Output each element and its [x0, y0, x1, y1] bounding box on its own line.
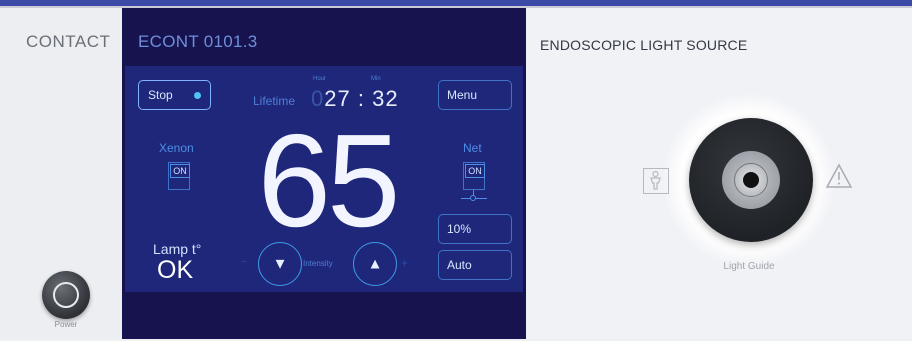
xenon-toggle-label: ON — [170, 164, 190, 178]
net-toggle[interactable]: ON — [463, 162, 485, 190]
auto-button-label: Auto — [447, 258, 472, 272]
minus-sign: − — [241, 257, 247, 268]
hour-label: Hour — [313, 76, 327, 82]
xenon-label: Xenon — [159, 141, 194, 155]
light-guide-panel: ENDOSCOPIC LIGHT SOURCE Light Guide — [527, 8, 912, 339]
port-middle-ring — [734, 163, 768, 197]
screen-control-area: Stop Lifetime Hour Min 027 : 32 Menu Xen… — [125, 66, 523, 292]
power-label: Power — [54, 320, 78, 329]
intensity-up-button[interactable]: ▲ — [353, 242, 397, 286]
light-guide-port[interactable] — [689, 118, 813, 242]
menu-button[interactable]: Menu — [438, 80, 512, 110]
warning-icon — [825, 163, 853, 194]
plus-sign: + — [401, 256, 409, 270]
min-label: Min — [371, 76, 381, 82]
power-button[interactable] — [42, 271, 90, 319]
left-control-column: CONTACT Power — [0, 8, 123, 339]
stop-button[interactable]: Stop — [138, 80, 211, 110]
brand-label: CONTACT — [26, 32, 111, 51]
lamp-temp-label: Lamp t° — [153, 241, 202, 257]
device-type-title: ENDOSCOPIC LIGHT SOURCE — [540, 37, 748, 53]
status-dot-icon — [194, 92, 201, 99]
auto-button[interactable]: Auto — [438, 250, 512, 280]
light-guide-label: Light Guide — [723, 261, 775, 272]
intensity-readout: 65 — [257, 107, 401, 254]
port-outer-ring — [722, 151, 780, 209]
percent-step-button[interactable]: 10% — [438, 214, 512, 244]
port-aperture — [743, 172, 759, 188]
intensity-label: Intensity — [303, 259, 333, 268]
net-label: Net — [463, 141, 482, 155]
intensity-down-button[interactable]: ▼ — [258, 242, 302, 286]
net-toggle-label: ON — [465, 164, 485, 178]
xenon-toggle[interactable]: ON — [168, 162, 190, 190]
patient-symbol-icon — [643, 168, 669, 194]
device-model-title: ECONT 0101.3 — [138, 32, 258, 51]
triangle-down-icon: ▼ — [272, 255, 288, 273]
triangle-up-icon: ▲ — [367, 255, 383, 273]
stop-button-label: Stop — [148, 88, 173, 102]
percent-step-label: 10% — [447, 222, 472, 236]
network-icon — [470, 195, 476, 201]
device-front-panel: CONTACT Power ECONT 0101.3 Stop Lifetime… — [0, 6, 912, 341]
touch-screen: ECONT 0101.3 Stop Lifetime Hour Min 027 … — [122, 8, 526, 339]
menu-button-label: Menu — [447, 88, 478, 102]
power-icon — [53, 282, 79, 308]
lamp-temp-status: OK — [157, 256, 194, 284]
